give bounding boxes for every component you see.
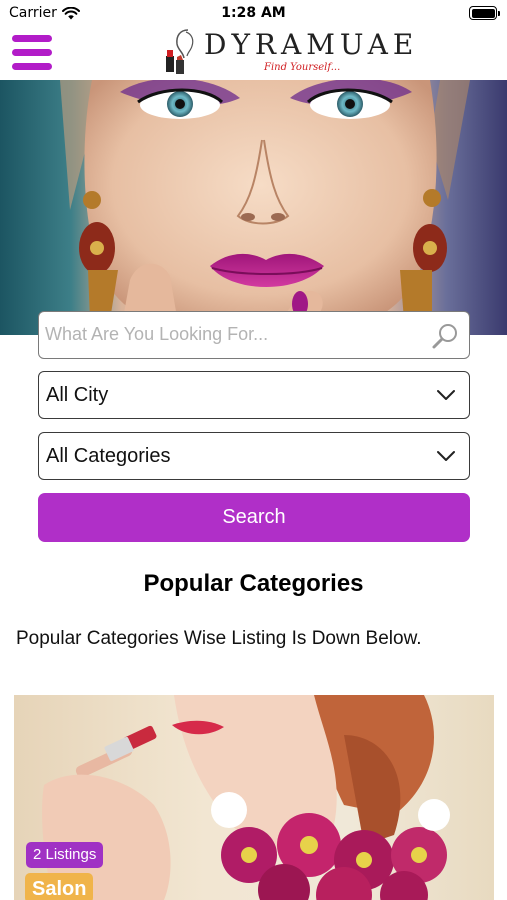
lipstick-logo-icon (166, 29, 194, 74)
popular-categories-title: Popular Categories (143, 570, 364, 597)
category-name-badge: Salon (25, 873, 94, 900)
popular-categories-subtitle: Popular Categories Wise Listing Is Down … (16, 628, 422, 649)
category-card-salon[interactable] (14, 695, 494, 900)
search-input[interactable] (45, 312, 425, 357)
app-logo[interactable]: DYRAMUAE Find Yourself... (158, 26, 413, 80)
battery-icon (469, 6, 500, 20)
chevron-down-icon (437, 451, 455, 461)
logo-wordmark: DYRAMUAE (204, 28, 419, 61)
status-time: 1:28 AM (221, 5, 286, 21)
search-field[interactable] (38, 311, 470, 359)
app-header: DYRAMUAE Find Yourself... (0, 26, 507, 80)
hamburger-menu-icon[interactable] (12, 34, 54, 72)
chevron-down-icon (437, 390, 455, 400)
category-listing-count-badge: 2 Listings (26, 842, 104, 868)
category-select[interactable]: All Categories (38, 432, 470, 480)
hero-banner-image (0, 80, 507, 335)
city-select[interactable]: All City (38, 371, 470, 419)
category-card-image (42, 695, 450, 900)
city-select-value: All City (46, 384, 109, 406)
search-button[interactable]: Search (38, 493, 470, 542)
hero-face-illustration (60, 80, 470, 335)
status-bar: Carrier 1:28 AM (0, 0, 507, 26)
search-icon[interactable] (431, 322, 459, 350)
category-select-value: All Categories (46, 445, 171, 467)
logo-tagline: Find Yourself... (264, 62, 341, 73)
